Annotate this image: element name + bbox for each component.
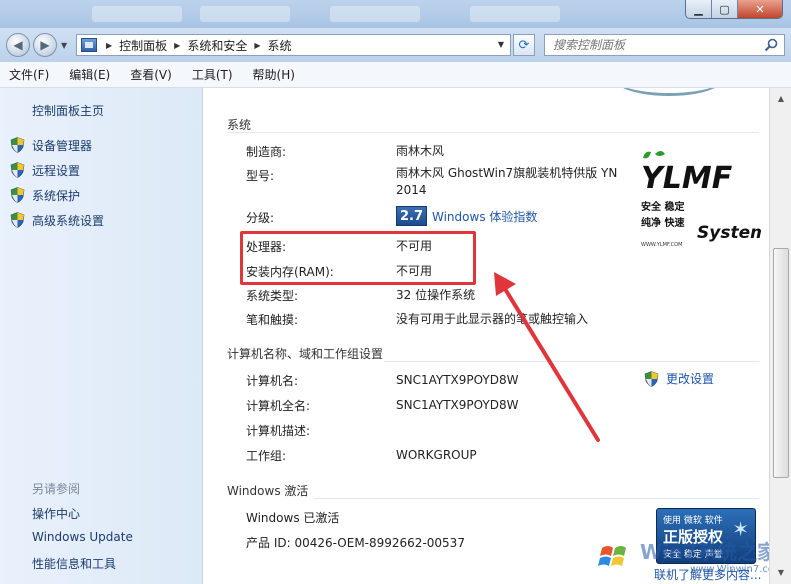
background-tab (330, 6, 420, 22)
back-button[interactable]: ◀ (6, 33, 30, 57)
value-manufacturer: 雨林木风 (396, 144, 445, 158)
navigation-bar: ◀ ▶ ▼ ▶ 控制面板 ▶ 系统和安全 ▶ 系统 ▼ ⟳ (0, 28, 791, 62)
menu-file[interactable]: 文件(F) (6, 64, 52, 85)
genuine-line1: 使用 微软 软件 (663, 516, 723, 526)
ylmf-site: WWW.YLMF.COM (641, 242, 682, 248)
sidebar-item-label: 系统保护 (32, 188, 81, 203)
shield-icon (10, 137, 25, 153)
shield-icon (10, 212, 25, 228)
label-system-type: 系统类型: (246, 289, 299, 303)
chevron-right-icon[interactable]: ▶ (174, 41, 180, 50)
control-panel-icon (81, 38, 97, 52)
rating-link[interactable]: Windows 体验指数 (432, 208, 537, 225)
ylmf-system-word: System (697, 223, 761, 243)
sidebar-item-action-center[interactable]: 操作中心 (32, 505, 80, 522)
label-workgroup: 工作组: (246, 449, 287, 463)
section-title-activation: Windows 激活 (227, 484, 309, 498)
label-manufacturer: 制造商: (246, 145, 287, 159)
section-title-computer: 计算机名称、域和工作组设置 (227, 347, 384, 361)
sidebar-item-system-protection[interactable]: 系统保护 (10, 186, 80, 204)
ylmf-line2: 纯净 快速 (641, 216, 684, 229)
shield-icon (10, 162, 25, 178)
refresh-button[interactable]: ⟳ (513, 34, 535, 56)
menu-tools[interactable]: 工具(T) (189, 64, 236, 85)
see-also-heading: 另请参阅 (32, 482, 81, 496)
annotation-arrow-icon (494, 272, 600, 442)
experience-index: 2.7 Windows 体验指数 (396, 206, 537, 226)
section-divider (314, 498, 759, 499)
sidebar: 控制面板主页 设备管理器 远程设置 系统保护 高级系统设置 另请参阅 操作中心 … (0, 88, 203, 584)
background-tab (470, 6, 560, 22)
sidebar-item-advanced-settings[interactable]: 高级系统设置 (10, 211, 104, 229)
menu-edit[interactable]: 编辑(E) (66, 64, 113, 85)
sidebar-item-remote-settings[interactable]: 远程设置 (10, 161, 80, 179)
minimize-button[interactable]: ▁ (686, 0, 712, 18)
label-rating: 分级: (246, 211, 275, 225)
background-tab (200, 6, 290, 22)
activation-status: Windows 已激活 (246, 511, 340, 525)
breadcrumb-control-panel[interactable]: 控制面板 (119, 37, 167, 54)
breadcrumb-system-security[interactable]: 系统和安全 (187, 37, 247, 54)
product-id: 产品 ID: 00426-OEM-8992662-00537 (246, 536, 465, 550)
section-title-system: 系统 (227, 118, 252, 132)
sidebar-item-performance[interactable]: 性能信息和工具 (32, 555, 116, 572)
menu-bar: 文件(F) 编辑(E) 查看(V) 工具(T) 帮助(H) (0, 62, 791, 88)
label-computer-name: 计算机名: (246, 374, 299, 388)
scrollbar-thumb[interactable] (773, 248, 789, 478)
rating-score-badge[interactable]: 2.7 (396, 206, 427, 226)
background-tab (92, 6, 182, 22)
forward-arrow-icon: ▶ (40, 38, 50, 52)
refresh-icon: ⟳ (518, 37, 530, 53)
sidebar-item-label: 高级系统设置 (32, 213, 105, 228)
value-model: 雨林木风 GhostWin7旗舰装机特供版 YN 2014 (396, 166, 618, 197)
section-divider (227, 132, 759, 133)
back-arrow-icon: ◀ (13, 38, 23, 52)
change-settings-link[interactable]: 更改设置 (644, 370, 714, 387)
chevron-right-icon[interactable]: ▶ (254, 41, 260, 50)
ylmf-logo: YLMF 安全 稳定 纯净 快速 System WWW.YLMF.COM (641, 151, 761, 248)
vertical-scrollbar[interactable]: ▲ ▼ (769, 88, 791, 584)
search-icon[interactable] (764, 38, 778, 52)
search-input[interactable] (553, 38, 753, 52)
title-bar: ▁ ▢ ✕ (0, 0, 791, 28)
window-controls: ▁ ▢ ✕ (685, 0, 783, 19)
label-pen-touch: 笔和触摸: (246, 313, 299, 327)
sidebar-home-link[interactable]: 控制面板主页 (32, 102, 104, 119)
change-settings-label: 更改设置 (666, 372, 715, 386)
address-bar[interactable]: ▶ 控制面板 ▶ 系统和安全 ▶ 系统 ▼ (76, 34, 511, 56)
scroll-down-icon[interactable]: ▼ (773, 564, 789, 580)
windows-logo-fragment (614, 88, 724, 96)
menu-view[interactable]: 查看(V) (127, 64, 175, 85)
shield-icon (10, 187, 25, 203)
ylmf-brand: YLMF (641, 161, 733, 196)
sidebar-item-label: 远程设置 (32, 163, 81, 178)
scroll-up-icon[interactable]: ▲ (773, 90, 789, 106)
close-button[interactable]: ✕ (738, 0, 782, 18)
history-dropdown-icon[interactable]: ▼ (61, 41, 67, 50)
label-model: 型号: (246, 169, 275, 183)
highlight-box (240, 231, 476, 285)
maximize-button[interactable]: ▢ (712, 0, 738, 18)
sidebar-item-device-manager[interactable]: 设备管理器 (10, 136, 92, 154)
label-description: 计算机描述: (246, 424, 311, 438)
forward-button[interactable]: ▶ (33, 33, 57, 57)
breadcrumb-system[interactable]: 系统 (268, 37, 292, 54)
sidebar-item-windows-update[interactable]: Windows Update (32, 530, 133, 544)
watermark-text: Win7系统之家 (640, 540, 778, 564)
label-full-name: 计算机全名: (246, 399, 311, 413)
menu-help[interactable]: 帮助(H) (250, 64, 298, 85)
ylmf-line1: 安全 稳定 (641, 200, 684, 213)
shield-icon (644, 370, 659, 387)
address-dropdown-icon[interactable]: ▼ (498, 40, 504, 49)
search-box[interactable] (544, 34, 785, 56)
sidebar-item-label: 设备管理器 (32, 138, 93, 153)
chevron-right-icon[interactable]: ▶ (106, 41, 112, 50)
